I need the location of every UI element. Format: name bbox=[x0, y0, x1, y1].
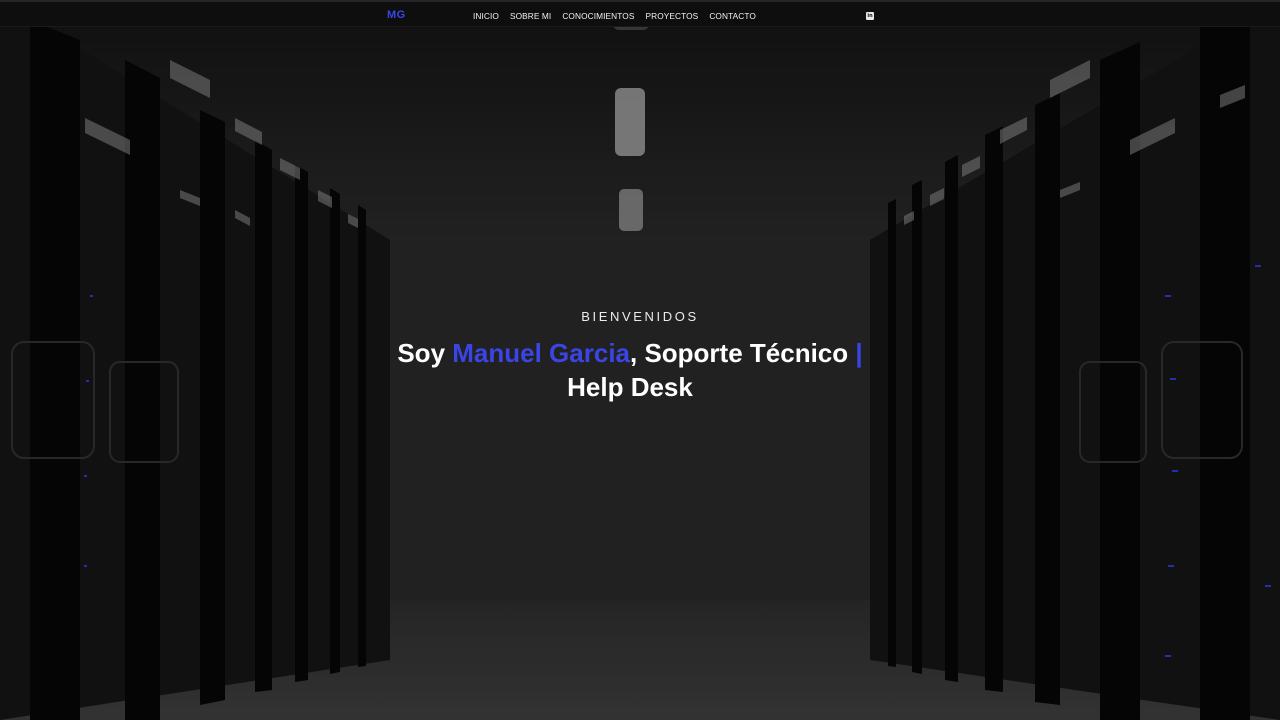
headline-name: Manuel Garcia bbox=[452, 338, 630, 368]
nav-proyectos[interactable]: PROYECTOS bbox=[645, 11, 698, 21]
top-navbar: MG INICIO SOBRE MI CONOCIMIENTOS PROYECT… bbox=[0, 0, 1280, 27]
nav-sobre-mi[interactable]: SOBRE MI bbox=[510, 11, 551, 21]
hero-eyebrow: BIENVENIDOS bbox=[581, 309, 699, 324]
nav-inicio[interactable]: INICIO bbox=[473, 11, 499, 21]
nav-conocimientos[interactable]: CONOCIMIENTOS bbox=[562, 11, 634, 21]
headline-line2: Help Desk bbox=[567, 372, 693, 402]
linkedin-icon[interactable]: in bbox=[866, 12, 874, 20]
nav-contacto[interactable]: CONTACTO bbox=[709, 11, 756, 21]
hero-headline: Soy Manuel Garcia, Soporte Técnico | Help… bbox=[360, 336, 900, 404]
hero-section: BIENVENIDOS Soy Manuel Garcia, Soporte T… bbox=[0, 0, 1280, 720]
headline-prefix: Soy bbox=[397, 338, 453, 368]
headline-role: , Soporte Técnico bbox=[630, 338, 856, 368]
typing-cursor: | bbox=[855, 338, 863, 368]
nav-links: INICIO SOBRE MI CONOCIMIENTOS PROYECTOS … bbox=[473, 11, 756, 21]
logo-link[interactable]: MG bbox=[387, 9, 406, 21]
